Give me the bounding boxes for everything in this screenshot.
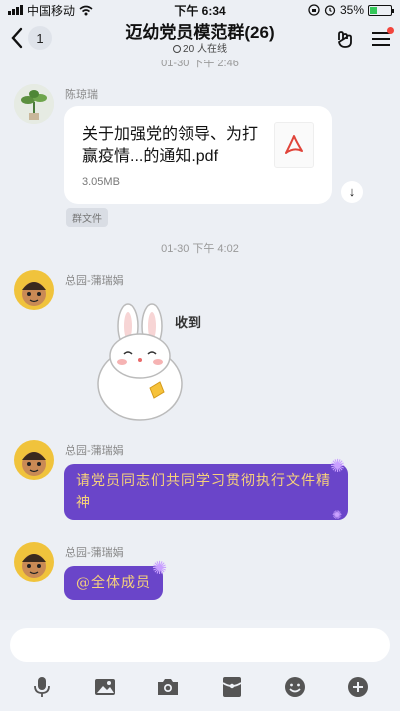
battery-percent: 35% bbox=[339, 3, 364, 17]
status-bar: 中国移动 下午 6:34 35% bbox=[0, 0, 400, 20]
back-button[interactable]: 1 bbox=[10, 26, 52, 50]
sticker-message[interactable]: 收到 bbox=[80, 296, 210, 426]
nav-bar: 1 迈幼党员模范群(26) 20 人在线 bbox=[0, 20, 400, 60]
sticker-caption: 收到 bbox=[175, 316, 202, 331]
timestamp: 01-30 下午 2:46 bbox=[161, 60, 239, 69]
firework-icon: ✺ bbox=[330, 456, 346, 476]
firework-icon: ✺ bbox=[332, 508, 343, 522]
message-bubble[interactable]: 请党员同志们共同学习贯彻执行文件精神 bbox=[64, 464, 348, 520]
status-time: 下午 6:34 bbox=[174, 3, 226, 18]
signal-icon bbox=[8, 5, 23, 15]
cartoon-avatar-icon bbox=[14, 542, 54, 582]
avatar[interactable] bbox=[14, 270, 54, 310]
sender-name: 陈琼瑞 bbox=[65, 89, 98, 101]
sender-name: 总园-蒲瑞娟 bbox=[65, 547, 124, 559]
online-count: 20 人在线 bbox=[100, 44, 300, 56]
pdf-icon bbox=[274, 122, 314, 168]
sender-name: 总园-蒲瑞娟 bbox=[65, 275, 124, 287]
chat-messages[interactable]: 01-30 下午 2:46 陈琼瑞 关于加强党的领导、为打赢疫情...的通知.p… bbox=[0, 60, 400, 620]
message-text: @全体成员 bbox=[76, 575, 151, 591]
timestamp: 01-30 下午 4:02 bbox=[161, 243, 239, 255]
chat-title-area[interactable]: 迈幼党员模范群(26) 20 人在线 bbox=[100, 22, 300, 56]
group-file-tag: 群文件 bbox=[66, 208, 108, 227]
message-bubble[interactable]: @全体成员 bbox=[64, 566, 163, 600]
microphone-icon[interactable] bbox=[27, 674, 57, 700]
unread-count-badge: 1 bbox=[28, 26, 52, 50]
file-message[interactable]: 关于加强党的领导、为打赢疫情...的通知.pdf 3.05MB bbox=[64, 106, 332, 204]
lock-rotation-icon bbox=[308, 4, 320, 16]
image-icon[interactable] bbox=[90, 674, 120, 700]
menu-icon[interactable] bbox=[372, 27, 394, 47]
message-text: 请党员同志们共同学习贯彻执行文件精神 bbox=[76, 473, 331, 511]
emoji-icon[interactable] bbox=[280, 674, 310, 700]
chevron-left-icon bbox=[11, 27, 23, 49]
chat-title: 迈幼党员模范群(26) bbox=[125, 23, 275, 42]
battery-icon bbox=[368, 4, 394, 16]
sender-name: 总园-蒲瑞娟 bbox=[65, 445, 124, 457]
plus-icon[interactable] bbox=[343, 674, 373, 700]
camera-icon[interactable] bbox=[153, 674, 183, 700]
cartoon-avatar-icon bbox=[14, 440, 54, 480]
plant-avatar-icon bbox=[14, 84, 54, 124]
file-name: 关于加强党的领导、为打赢疫情...的通知.pdf bbox=[82, 126, 259, 165]
file-size: 3.05MB bbox=[82, 176, 120, 188]
notification-dot bbox=[387, 27, 394, 34]
wifi-icon bbox=[79, 5, 93, 15]
download-icon[interactable]: ↓ bbox=[341, 181, 363, 203]
firework-icon: ✺ bbox=[152, 558, 168, 578]
hand-gesture-icon[interactable] bbox=[334, 28, 356, 50]
alarm-icon bbox=[324, 5, 336, 16]
online-icon bbox=[173, 45, 182, 53]
message-input[interactable] bbox=[10, 628, 390, 662]
red-packet-icon[interactable] bbox=[217, 674, 247, 700]
avatar[interactable] bbox=[14, 440, 54, 480]
avatar[interactable] bbox=[14, 542, 54, 582]
input-area bbox=[0, 620, 400, 711]
input-toolbar bbox=[0, 672, 400, 702]
online-text: 20 人在线 bbox=[183, 44, 227, 55]
carrier-label: 中国移动 bbox=[27, 3, 76, 18]
cartoon-avatar-icon bbox=[14, 270, 54, 310]
avatar[interactable] bbox=[14, 84, 54, 124]
